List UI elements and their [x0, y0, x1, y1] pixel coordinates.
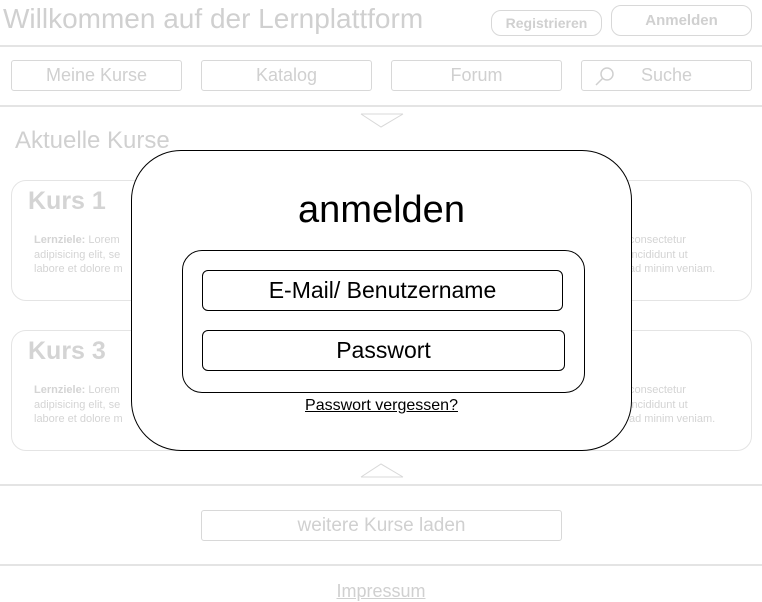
login-form: E-Mail/ Benutzername Passwort: [182, 250, 585, 393]
course-text-line: consectetur: [629, 384, 686, 396]
register-button[interactable]: Registrieren: [491, 10, 602, 36]
password-field[interactable]: Passwort: [202, 330, 565, 371]
modal-title: anmelden: [298, 189, 465, 231]
course-text-line: labore et dolore m: [34, 413, 123, 425]
nav-my-courses[interactable]: Meine Kurse: [11, 60, 182, 91]
course-text-line: incididunt ut: [629, 398, 688, 411]
nav-search[interactable]: Suche: [581, 60, 752, 91]
footer-divider: [0, 564, 762, 566]
course-title: Kurs 1: [28, 187, 106, 215]
course-text-line: adipisicing elit, se: [34, 248, 121, 261]
header-divider: [0, 45, 762, 47]
impressum-link[interactable]: Impressum: [0, 581, 762, 602]
learning-goals-label: Lernziele:: [34, 234, 86, 246]
forgot-password-link[interactable]: Passwort vergessen?: [132, 397, 631, 415]
course-text-line: Lorem: [88, 234, 120, 246]
course-text-line: Lorem: [88, 384, 120, 396]
site-title: Willkommen auf der Lernplattform: [3, 3, 424, 34]
collapse-down-icon[interactable]: [360, 113, 404, 129]
nav-forum[interactable]: Forum: [391, 60, 562, 91]
course-text-line: adipisicing elit, se: [34, 398, 121, 411]
nav-catalog[interactable]: Katalog: [201, 60, 372, 91]
course-text-line: incididunt ut: [629, 248, 688, 261]
learning-goals-label: Lernziele:: [34, 384, 86, 396]
course-description-right: consectetur incididunt ut ad minim venia…: [629, 233, 749, 277]
load-more-button[interactable]: weitere Kurse laden: [201, 510, 562, 541]
course-text-line: ad minim veniam.: [629, 263, 716, 275]
collapse-up-icon[interactable]: [360, 463, 404, 479]
content-divider: [0, 484, 762, 486]
nav-divider: [0, 105, 762, 107]
nav-search-label: Suche: [640, 65, 693, 85]
login-button[interactable]: Anmelden: [611, 5, 752, 36]
course-text-line: labore et dolore m: [34, 263, 123, 275]
course-text-line: consectetur: [629, 234, 686, 246]
search-icon: [594, 66, 616, 93]
course-title: Kurs 3: [28, 337, 106, 365]
section-title: Aktuelle Kurse: [15, 127, 170, 154]
course-description-right: consectetur incididunt ut ad minim venia…: [629, 383, 749, 427]
login-modal: anmelden E-Mail/ Benutzername Passwort P…: [131, 150, 632, 451]
course-text-line: ad minim veniam.: [629, 413, 716, 425]
username-field[interactable]: E-Mail/ Benutzername: [202, 270, 563, 311]
